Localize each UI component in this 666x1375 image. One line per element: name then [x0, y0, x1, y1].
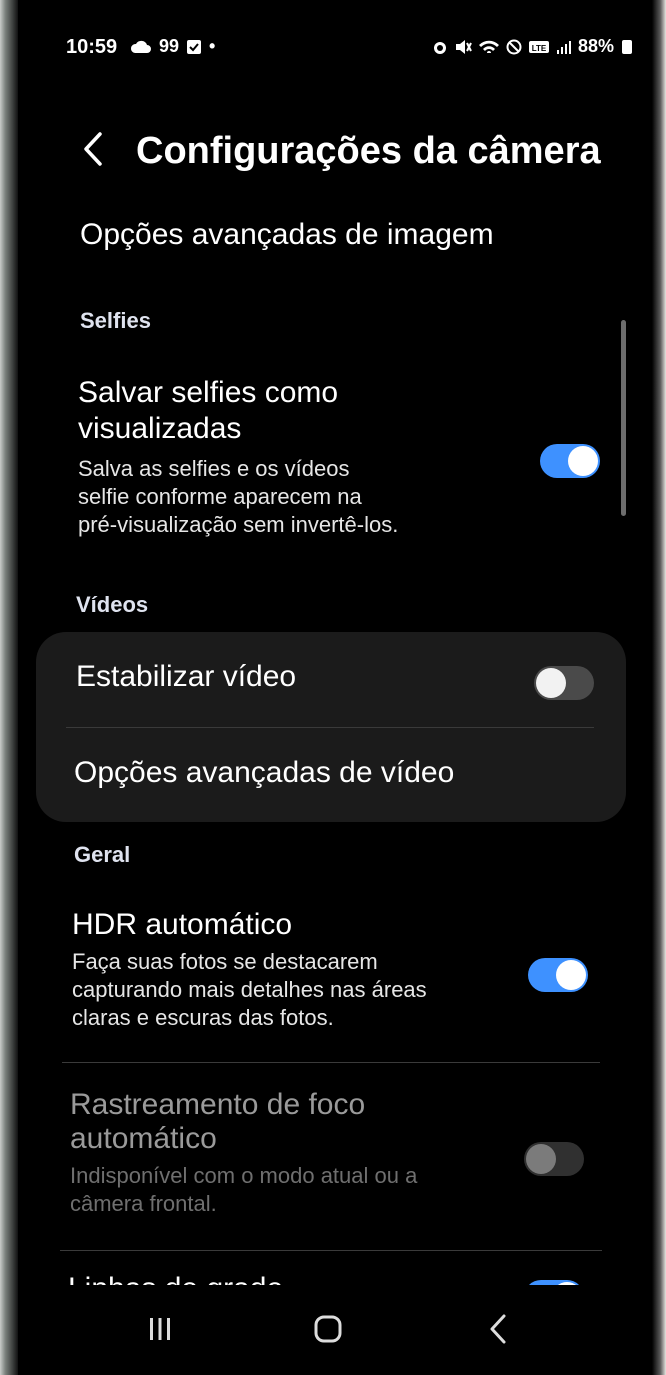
divider — [66, 727, 594, 728]
toggle-knob — [536, 668, 566, 698]
status-bar: 10:59 99 • LTE 88% — [66, 32, 632, 62]
divider — [60, 1250, 602, 1251]
tracking-af-desc-line1: Indisponível com o modo atual ou a — [70, 1163, 418, 1188]
status-right-icons: LTE 88% — [432, 36, 632, 57]
notification-count: 99 — [159, 36, 180, 56]
wifi-icon — [478, 40, 499, 53]
auto-hdr-desc-line1: Faça suas fotos se destacarem — [72, 949, 378, 974]
navigation-bar — [18, 1285, 652, 1375]
save-selfies-title-line2: visualizadas — [78, 412, 242, 445]
home-icon — [314, 1315, 342, 1343]
auto-hdr-desc-line3: claras e escuras das fotos. — [72, 1005, 334, 1030]
stabilize-video-toggle[interactable] — [534, 666, 594, 700]
section-header-general: Geral — [74, 842, 131, 867]
advanced-video-options[interactable]: Opções avançadas de vídeo — [74, 756, 602, 790]
status-time: 10:59 — [66, 36, 118, 58]
section-header-videos: Vídeos — [76, 592, 149, 617]
save-selfies-desc-line2: selfie conforme aparecem na — [78, 484, 362, 509]
status-left-icons: 99 • — [130, 36, 215, 57]
recent-apps-icon — [150, 1318, 170, 1340]
toggle-knob — [526, 1144, 556, 1174]
home-button[interactable] — [298, 1305, 358, 1353]
do-not-disturb-icon — [506, 39, 522, 54]
page-title: Configurações da câmera — [136, 130, 601, 172]
dot-indicator: • — [209, 36, 216, 56]
screen: 10:59 99 • LTE 88% Configurações da câme… — [18, 0, 652, 1375]
mute-icon — [455, 39, 472, 54]
auto-hdr-row[interactable]: HDR automático Faça suas fotos se destac… — [72, 908, 602, 1032]
tracking-af-row[interactable]: Rastreamento de foco automático Indispon… — [70, 1088, 602, 1218]
save-selfies-desc-line1: Salva as selfies e os vídeos — [78, 456, 350, 481]
signal-icon — [556, 40, 571, 54]
recent-apps-button[interactable] — [130, 1305, 190, 1353]
back-button[interactable] — [80, 130, 116, 170]
toggle-knob — [556, 960, 586, 990]
phone-frame-left — [0, 0, 18, 1375]
stabilize-video-row[interactable]: Estabilizar vídeo — [76, 660, 602, 694]
battery-percent: 88% — [577, 36, 614, 56]
phone-frame-right — [652, 0, 666, 1375]
auto-hdr-title: HDR automático — [72, 908, 293, 941]
advanced-image-options[interactable]: Opções avançadas de imagem — [80, 218, 602, 252]
divider — [62, 1062, 600, 1063]
tracking-af-desc-line2: câmera frontal. — [70, 1191, 217, 1216]
section-header-selfies: Selfies — [80, 308, 151, 333]
back-nav-icon — [490, 1314, 506, 1344]
toggle-knob — [568, 446, 598, 476]
cloud-icon — [130, 40, 151, 53]
volte-icon: LTE — [528, 40, 549, 53]
save-selfies-row[interactable]: Salvar selfies como visualizadas Salva a… — [78, 375, 602, 555]
save-selfies-desc-line3: pré-visualização sem invertê-los. — [78, 512, 399, 537]
tracking-af-title-line1: Rastreamento de foco — [70, 1088, 366, 1121]
chevron-left-icon — [84, 132, 102, 166]
scrollbar[interactable] — [621, 320, 626, 516]
save-selfies-toggle[interactable] — [540, 444, 600, 478]
gallery-icon — [187, 39, 202, 54]
back-nav-button[interactable] — [468, 1305, 528, 1353]
tracking-af-toggle[interactable] — [524, 1142, 584, 1176]
battery-icon — [622, 39, 632, 54]
alarm-icon — [433, 41, 446, 54]
auto-hdr-toggle[interactable] — [528, 958, 588, 992]
save-selfies-title-line1: Salvar selfies como — [78, 376, 339, 409]
tracking-af-title-line2: automático — [70, 1122, 217, 1155]
svg-text:LTE: LTE — [532, 44, 547, 53]
auto-hdr-desc-line2: capturando mais detalhes nas áreas — [72, 977, 427, 1002]
